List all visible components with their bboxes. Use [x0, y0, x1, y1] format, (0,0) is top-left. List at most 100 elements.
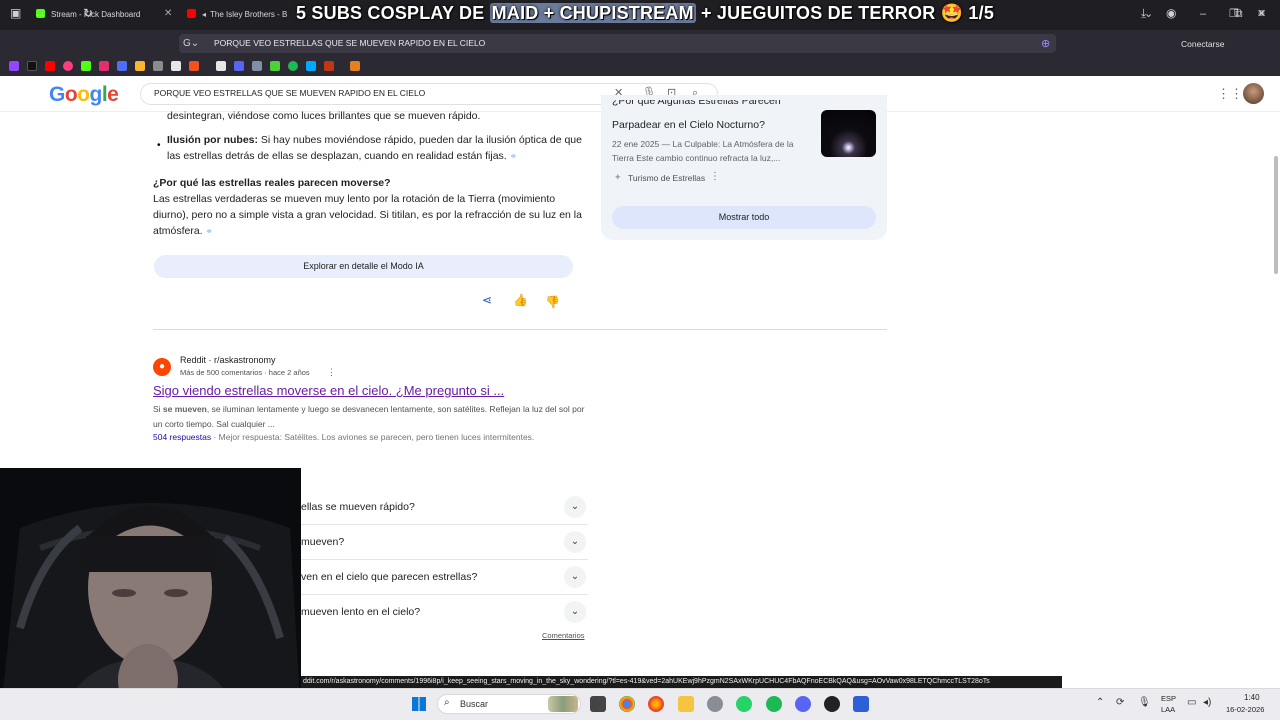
kick-bookmark-icon[interactable] — [81, 61, 91, 71]
scrollbar-thumb[interactable] — [1274, 156, 1278, 274]
settings-gear-icon[interactable] — [707, 696, 723, 712]
instagram-icon[interactable] — [99, 61, 109, 71]
extensions-icon[interactable]: ⧉ — [1234, 6, 1243, 20]
back-icon[interactable]: ← — [34, 6, 46, 20]
ai-bullet-0-tail: desintegran, viéndose como luces brillan… — [167, 110, 481, 122]
speaker-icon: ◂ — [202, 10, 207, 19]
firefox-icon[interactable] — [648, 696, 664, 712]
stream-overlay-title: 5 SUBS COSPLAY DE MAID + CHUPISTREAM + J… — [296, 3, 995, 23]
task-view-icon[interactable] — [590, 696, 606, 712]
clock-time[interactable]: 1:40 — [1244, 693, 1260, 702]
google-engine-icon[interactable]: G⌄ — [183, 37, 199, 51]
account-label[interactable]: Conectarse — [1181, 39, 1224, 49]
bookmark-cyan-icon[interactable] — [306, 61, 316, 71]
webcam-image — [0, 468, 301, 720]
chevron-down-icon[interactable]: ⌄ — [564, 531, 586, 553]
bookmark-yellow-icon[interactable] — [135, 61, 145, 71]
google-logo[interactable]: Google — [49, 83, 119, 107]
youtube-bookmark-icon[interactable] — [45, 61, 55, 71]
avatar[interactable] — [1243, 83, 1264, 104]
microphone-tray-icon[interactable]: 🎙 — [1138, 697, 1151, 708]
tray-app-icon[interactable]: ⟳ — [1116, 697, 1124, 708]
chrome-icon[interactable] — [619, 696, 635, 712]
app-blue-icon[interactable] — [853, 696, 869, 712]
search-icon: ⌕ — [444, 697, 450, 708]
bookmark-white-icon[interactable] — [171, 61, 181, 71]
language-top[interactable]: ESP — [1161, 694, 1176, 703]
soundcloud-icon[interactable] — [350, 61, 360, 71]
volume-icon[interactable]: ◂) — [1203, 697, 1211, 708]
youtube-icon — [187, 9, 196, 18]
source-title[interactable]: Parpadear en el Cielo Nocturno? — [612, 117, 817, 133]
file-explorer-icon[interactable] — [678, 696, 694, 712]
bookmark-light-icon[interactable] — [216, 61, 226, 71]
download-icon[interactable]: ⤓ — [1141, 6, 1146, 20]
faq-item[interactable]: ven en el cielo que parecen estrellas? ⌄ — [301, 560, 588, 595]
language-bottom[interactable]: LAA — [1161, 705, 1175, 714]
tiktok-icon[interactable] — [27, 61, 37, 71]
explore-ai-mode-button[interactable]: Explorar en detalle el Modo IA — [154, 255, 573, 278]
menu-icon[interactable]: ≡ — [1258, 6, 1265, 20]
share-icon[interactable]: ⋖ — [482, 293, 492, 307]
bookmark-grey-icon[interactable] — [153, 61, 163, 71]
thumbs-down-icon[interactable]: 👎 — [545, 295, 560, 309]
discord-icon[interactable] — [795, 696, 811, 712]
result-answers: 504 respuestas · Mejor respuesta: Satéli… — [153, 432, 535, 442]
answers-link[interactable]: 504 respuestas — [153, 432, 211, 442]
site-favicon-icon: ✦ — [614, 172, 622, 182]
twitch-icon[interactable] — [9, 61, 19, 71]
bookmark-orange-icon[interactable] — [189, 61, 199, 71]
ai-heading: ¿Por qué las estrellas reales parecen mo… — [153, 177, 391, 189]
more-options-icon[interactable]: ⋮ — [710, 171, 720, 182]
tab-youtube[interactable]: ◂ The Isley Brothers - Be — [187, 4, 287, 26]
ai-bullet-1: Ilusión por nubes: Si hay nubes moviéndo… — [167, 134, 582, 162]
spotify-icon[interactable] — [766, 696, 782, 712]
bookmark-red-icon[interactable] — [324, 61, 334, 71]
bullet-dot: • — [157, 140, 161, 151]
address-text[interactable]: PORQUE VEO ESTRELLAS QUE SE MUEVEN RAPID… — [214, 38, 485, 49]
clock-date[interactable]: 16-02-2026 — [1226, 705, 1264, 714]
thumbs-up-icon[interactable]: 👍 — [513, 293, 528, 307]
bookmark-slate-icon[interactable] — [252, 61, 262, 71]
reddit-icon[interactable]: ● — [153, 358, 171, 376]
chevron-down-icon[interactable]: ⌄ — [564, 496, 586, 518]
discord-bookmark-icon[interactable] — [234, 61, 244, 71]
sidebar-toggle-icon[interactable]: ▣ — [10, 6, 21, 20]
chevron-down-icon[interactable]: ⌄ — [564, 601, 586, 623]
tab-kick-dashboard[interactable]: Stream - Kick Dashboard — [36, 4, 166, 26]
apps-grid-icon[interactable]: ⋮⋮ — [1217, 86, 1243, 102]
source-snippet: 22 ene 2025 — La Culpable: La Atmósfera … — [612, 139, 794, 163]
search-input[interactable]: PORQUE VEO ESTRELLAS QUE SE MUEVEN RAPID… — [154, 88, 425, 98]
source-site-name[interactable]: Turismo de Estrellas — [628, 173, 705, 183]
whatsapp-icon[interactable] — [736, 696, 752, 712]
faq-item[interactable]: mueven? ⌄ — [301, 525, 588, 560]
bookmark-green-icon[interactable] — [270, 61, 280, 71]
windows-start-icon[interactable] — [412, 697, 426, 711]
translate-icon[interactable]: ⊕ — [1041, 37, 1050, 51]
bookmark-blue-icon[interactable] — [117, 61, 127, 71]
circle-bookmark-icon[interactable] — [63, 61, 73, 71]
ai-paragraph: Las estrellas verdaderas se mueven muy l… — [153, 193, 582, 237]
star-thumbnail-image[interactable] — [821, 110, 876, 157]
result-source[interactable]: Reddit · r/askastronomy — [180, 355, 276, 365]
faq-item[interactable]: mueven lento en el cielo? ⌄ — [301, 595, 588, 630]
result-options-icon[interactable]: ⋮ — [327, 367, 336, 378]
show-all-button[interactable]: Mostrar todo — [612, 206, 876, 229]
spotify-bookmark-icon[interactable] — [288, 61, 298, 71]
taskbar — [0, 688, 1280, 720]
network-icon[interactable]: ▭ — [1187, 697, 1196, 708]
obs-icon[interactable] — [824, 696, 840, 712]
forward-icon[interactable]: → — [58, 6, 70, 20]
close-tab-icon[interactable]: ✕ — [164, 9, 172, 19]
reload-icon[interactable]: ↻ — [83, 6, 93, 20]
tray-chevron-icon[interactable]: ⌃ — [1096, 697, 1104, 708]
result-title-link[interactable]: Sigo viendo estrellas moverse en el ciel… — [153, 383, 504, 398]
feedback-link[interactable]: Comentarios — [542, 631, 585, 640]
result-meta: Más de 500 comentarios · hace 2 años — [180, 368, 310, 377]
result-snippet: Si se mueven, se iluminan lentamente y l… — [153, 404, 585, 429]
faq-item[interactable]: ellas se mueven rápido? ⌄ — [301, 490, 588, 525]
minimize-icon[interactable]: – — [1200, 8, 1206, 20]
chevron-down-icon[interactable]: ⌄ — [564, 566, 586, 588]
status-url: ddit.com/r/askastronomy/comments/1996i8p… — [301, 676, 1062, 688]
account-icon[interactable]: ◉ — [1166, 6, 1176, 20]
